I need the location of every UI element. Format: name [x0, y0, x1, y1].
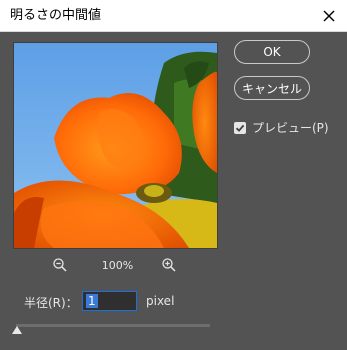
- radius-value: 1: [86, 294, 98, 308]
- radius-label: 半径(R)：: [24, 296, 78, 310]
- preview-label: プレビュー(P): [252, 121, 329, 135]
- cancel-button[interactable]: キャンセル: [234, 76, 310, 100]
- radius-slider-thumb[interactable]: [12, 326, 22, 334]
- radius-input[interactable]: 1: [82, 291, 137, 311]
- zoom-controls: 100%: [0, 255, 230, 277]
- ok-button[interactable]: OK: [234, 40, 310, 64]
- dialog-body: OK キャンセル プレビュー(P) 100% 半径(R)： 1 pixel: [0, 32, 347, 350]
- preview-image[interactable]: [13, 42, 218, 249]
- radius-slider-track[interactable]: [16, 324, 210, 327]
- dialog-title: 明るさの中間値: [10, 8, 102, 23]
- checkbox-checked-icon[interactable]: [234, 121, 246, 134]
- title-bar: 明るさの中間値: [0, 0, 347, 32]
- zoom-in-icon[interactable]: [161, 257, 177, 277]
- radius-unit: pixel: [146, 294, 175, 308]
- close-icon[interactable]: [317, 4, 341, 28]
- preview-checkbox[interactable]: プレビュー(P): [234, 119, 329, 136]
- zoom-level: 100%: [101, 259, 134, 272]
- zoom-out-icon[interactable]: [52, 257, 68, 277]
